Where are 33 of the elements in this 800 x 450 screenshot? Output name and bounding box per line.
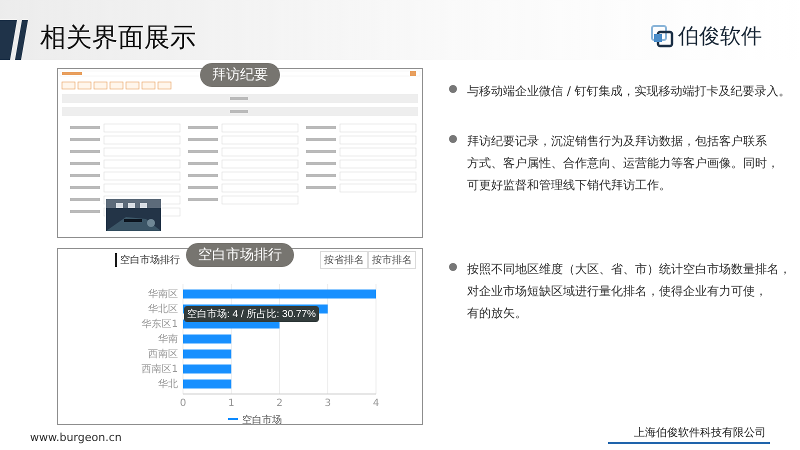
bullet-icon bbox=[449, 263, 457, 271]
category-label: 华北区 bbox=[148, 304, 178, 315]
bar bbox=[183, 350, 232, 358]
bullet-text: 与移动端企业微信 / 钉钉集成，实现移动端打卡及纪要录入。 bbox=[467, 83, 791, 100]
tick-label: 4 bbox=[372, 398, 380, 409]
ranking-tab[interactable]: 按省排名 bbox=[320, 251, 368, 269]
company-name: 上海伯俊软件科技有限公司 bbox=[608, 425, 770, 444]
tick-label: 3 bbox=[324, 398, 331, 409]
category-label: 华北 bbox=[158, 379, 178, 390]
ranking-tab[interactable]: 按市排名 bbox=[368, 251, 416, 269]
logo-text: 伯俊软件 bbox=[678, 23, 762, 50]
bar bbox=[183, 364, 232, 374]
bar bbox=[183, 380, 232, 388]
chart-tooltip: 空白市场: 4 / 所占比: 30.77% bbox=[184, 306, 319, 322]
bullet-icon bbox=[449, 85, 457, 93]
category-label: 华东区1 bbox=[142, 319, 178, 330]
bar bbox=[183, 334, 232, 344]
tick-label: 1 bbox=[228, 398, 234, 409]
bullet-icon bbox=[449, 135, 457, 143]
category-label: 华南区 bbox=[148, 289, 178, 300]
website-text: www.burgeon.cn bbox=[30, 431, 122, 444]
tick-label: 0 bbox=[180, 398, 186, 409]
category-label: 华南 bbox=[158, 334, 178, 345]
bullet-text: 拜访纪要记录，沉淀销售行为及拜访数据，包括客户联系 方式、客户属性、合作意向、运营能力等客户画像。同时， 可更好监督和管理线下销代拜访工作。 bbox=[467, 133, 779, 194]
chart-title: 空白市场排行 bbox=[115, 253, 180, 267]
section-label: 拜访纪要 bbox=[200, 63, 280, 87]
tick-label: 2 bbox=[276, 398, 283, 409]
logo-icon bbox=[650, 24, 674, 48]
category-label: 西南区1 bbox=[142, 364, 178, 375]
slide-title: 相关界面展示 bbox=[40, 22, 196, 54]
category-label: 西南区 bbox=[148, 349, 178, 360]
section-label: 空白市场排行 bbox=[186, 243, 294, 267]
bullet-text: 按照不同地区维度（大区、省、市）统计空白市场数量排名， 对企业市场短缺区域进行量化排名，使得企业有力可使， 有的放矢。 bbox=[467, 261, 791, 322]
